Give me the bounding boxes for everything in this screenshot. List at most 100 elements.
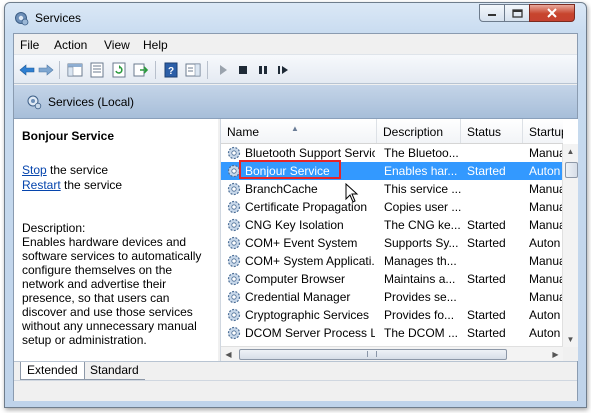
stop-service-button[interactable] bbox=[234, 61, 252, 79]
list-view-icon bbox=[90, 62, 104, 78]
services-gear-icon bbox=[15, 12, 29, 26]
service-row[interactable]: Computer Browser Maintains a... Started Man… bbox=[221, 270, 563, 288]
horizontal-scrollbar[interactable]: ◀ ▶ bbox=[221, 346, 563, 361]
scroll-left-button[interactable]: ◀ bbox=[221, 347, 236, 361]
service-gear-icon bbox=[227, 200, 241, 214]
toolbar-separator bbox=[59, 61, 60, 79]
restart-service-button[interactable] bbox=[274, 61, 292, 79]
refresh-button[interactable] bbox=[110, 61, 128, 79]
highlight-box bbox=[239, 160, 341, 179]
service-description-cell: This service ... bbox=[384, 182, 462, 196]
service-gear-icon bbox=[227, 218, 241, 232]
column-headers: ▲ Name Description Status Startup bbox=[221, 119, 563, 144]
service-description-cell: Manages th... bbox=[384, 254, 457, 268]
service-status-cell: Started bbox=[467, 308, 506, 322]
pause-service-button[interactable] bbox=[254, 61, 272, 79]
service-name-cell: COM+ Event System bbox=[245, 236, 358, 250]
refresh-icon bbox=[112, 62, 126, 78]
maximize-button[interactable] bbox=[504, 4, 530, 22]
properties-view-button[interactable] bbox=[88, 61, 106, 79]
service-row[interactable]: Credential Manager Provides se... Manua bbox=[221, 288, 563, 306]
show-hide-console-tree-button[interactable] bbox=[66, 61, 84, 79]
column-header-description[interactable]: Description bbox=[377, 119, 461, 143]
service-gear-icon bbox=[227, 272, 241, 286]
scroll-down-button[interactable]: ▼ bbox=[563, 332, 578, 347]
action-pane-icon bbox=[185, 63, 201, 77]
export-list-button[interactable] bbox=[132, 61, 150, 79]
service-startup-cell: Manua bbox=[529, 200, 563, 214]
column-startup-label: Startup bbox=[529, 125, 563, 139]
scroll-up-button[interactable]: ▲ bbox=[563, 144, 578, 159]
service-row[interactable]: Cryptographic Services Provides fo... Star… bbox=[221, 306, 563, 324]
client-area: File Action View Help ? Services (Local)… bbox=[13, 33, 578, 401]
service-status-cell: Started bbox=[467, 218, 506, 232]
vertical-scrollbar[interactable]: ▲ ▼ bbox=[562, 144, 578, 347]
service-gear-icon bbox=[227, 146, 241, 160]
service-row[interactable]: CNG Key Isolation The CNG ke... Started Man… bbox=[221, 216, 563, 234]
scrollbar-corner bbox=[563, 347, 578, 361]
service-gear-icon bbox=[227, 254, 241, 268]
start-service-button[interactable] bbox=[214, 61, 232, 79]
play-icon bbox=[220, 65, 227, 75]
service-gear-icon bbox=[227, 308, 241, 322]
menu-help[interactable]: Help bbox=[143, 38, 168, 52]
column-name-label: Name bbox=[227, 125, 260, 139]
scroll-right-button[interactable]: ▶ bbox=[548, 347, 563, 361]
service-row[interactable]: COM+ Event System Supports Sy... Started Au… bbox=[221, 234, 563, 252]
service-row[interactable]: BranchCache This service ... Manua bbox=[221, 180, 563, 198]
back-button[interactable] bbox=[18, 61, 36, 79]
horizontal-scroll-thumb[interactable] bbox=[239, 349, 507, 360]
column-header-name[interactable]: ▲ Name bbox=[221, 119, 377, 143]
close-icon bbox=[547, 8, 557, 18]
forward-button[interactable] bbox=[37, 61, 55, 79]
show-action-pane-button[interactable] bbox=[184, 61, 202, 79]
service-startup-cell: Manua bbox=[529, 182, 563, 196]
menu-file[interactable]: File bbox=[20, 38, 39, 52]
scope-header: Services (Local) bbox=[14, 85, 577, 119]
stop-service-link[interactable]: Stop bbox=[22, 163, 47, 177]
column-header-startup[interactable]: Startup bbox=[523, 119, 563, 143]
maximize-icon bbox=[511, 8, 523, 18]
service-description-cell: Provides se... bbox=[384, 290, 457, 304]
restart-service-link[interactable]: Restart bbox=[22, 178, 61, 192]
menu-action[interactable]: Action bbox=[54, 38, 87, 52]
back-arrow-icon bbox=[19, 64, 35, 76]
forward-arrow-icon bbox=[38, 64, 54, 76]
service-row[interactable]: Bonjour Service Enables har... Started Auto… bbox=[221, 160, 563, 180]
restart-action-line: Restart the service bbox=[22, 178, 122, 192]
view-tabs: Extended Standard bbox=[14, 361, 577, 380]
menu-view[interactable]: View bbox=[104, 38, 130, 52]
service-startup-cell: Manua bbox=[529, 146, 563, 160]
console-tree-icon bbox=[67, 63, 83, 77]
minimize-icon bbox=[488, 14, 496, 16]
restart-icon bbox=[278, 66, 288, 74]
status-bar bbox=[14, 380, 577, 401]
service-row[interactable]: COM+ System Applicati... Manages th... Man… bbox=[221, 252, 563, 270]
vertical-scroll-thumb[interactable] bbox=[565, 162, 578, 178]
column-header-status[interactable]: Status bbox=[461, 119, 523, 143]
service-row[interactable]: DCOM Server Process L... The DCOM ... Star… bbox=[221, 324, 563, 342]
service-status-cell: Started bbox=[467, 272, 506, 286]
window-title: Services bbox=[35, 11, 82, 25]
tab-standard[interactable]: Standard bbox=[84, 362, 145, 380]
help-button[interactable]: ? bbox=[162, 61, 180, 79]
menu-bar: File Action View Help bbox=[14, 34, 577, 54]
title-bar[interactable]: Services bbox=[5, 3, 586, 33]
service-startup-cell: Manua bbox=[529, 254, 563, 268]
service-name-cell: Computer Browser bbox=[245, 272, 346, 286]
service-startup-cell: Auton bbox=[529, 308, 561, 322]
service-row[interactable]: Certificate Propagation Copies user ... Ma… bbox=[221, 198, 563, 216]
service-startup-cell: Manua bbox=[529, 290, 563, 304]
service-startup-cell: Auton bbox=[529, 164, 561, 178]
service-description-cell: Maintains a... bbox=[384, 272, 456, 286]
close-button[interactable] bbox=[529, 4, 575, 22]
help-icon: ? bbox=[164, 62, 178, 78]
minimize-button[interactable] bbox=[479, 4, 505, 22]
service-description-cell: Provides fo... bbox=[384, 308, 455, 322]
stop-icon bbox=[239, 66, 247, 74]
service-name-cell: Credential Manager bbox=[245, 290, 351, 304]
sort-ascending-icon: ▲ bbox=[291, 124, 299, 133]
tab-extended[interactable]: Extended bbox=[20, 362, 85, 380]
toolbar: ? bbox=[14, 54, 577, 84]
selected-service-title: Bonjour Service bbox=[22, 129, 115, 143]
